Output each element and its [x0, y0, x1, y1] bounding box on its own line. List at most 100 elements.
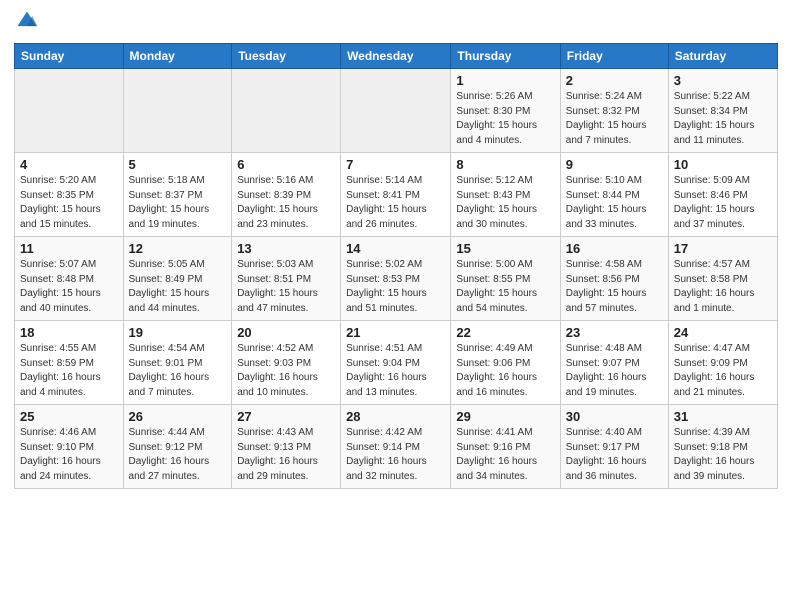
calendar-cell: 18 Sunrise: 4:55 AM Sunset: 8:59 PM Dayli…	[15, 321, 124, 405]
day-number: 17	[674, 241, 772, 256]
calendar-cell: 13 Sunrise: 5:03 AM Sunset: 8:51 PM Dayli…	[232, 237, 341, 321]
day-number: 10	[674, 157, 772, 172]
weekday-header: Thursday	[451, 44, 560, 69]
calendar-cell: 20 Sunrise: 4:52 AM Sunset: 9:03 PM Dayli…	[232, 321, 341, 405]
day-number: 11	[20, 241, 118, 256]
day-info: Sunrise: 4:40 AM Sunset: 9:17 PM Dayligh…	[566, 426, 663, 484]
day-number: 30	[566, 409, 663, 424]
calendar-cell: 23 Sunrise: 4:48 AM Sunset: 9:07 PM Dayli…	[560, 321, 668, 405]
day-number: 31	[674, 409, 772, 424]
day-number: 26	[129, 409, 227, 424]
day-number: 5	[129, 157, 227, 172]
day-number: 21	[346, 325, 445, 340]
day-info: Sunrise: 5:05 AM Sunset: 8:49 PM Dayligh…	[129, 258, 227, 316]
day-info: Sunrise: 5:18 AM Sunset: 8:37 PM Dayligh…	[129, 174, 227, 232]
day-number: 3	[674, 73, 772, 88]
day-info: Sunrise: 4:52 AM Sunset: 9:03 PM Dayligh…	[237, 342, 335, 400]
day-number: 19	[129, 325, 227, 340]
calendar-cell: 14 Sunrise: 5:02 AM Sunset: 8:53 PM Dayli…	[341, 237, 451, 321]
day-info: Sunrise: 4:48 AM Sunset: 9:07 PM Dayligh…	[566, 342, 663, 400]
day-info: Sunrise: 5:20 AM Sunset: 8:35 PM Dayligh…	[20, 174, 118, 232]
calendar-cell: 8 Sunrise: 5:12 AM Sunset: 8:43 PM Daylig…	[451, 153, 560, 237]
day-info: Sunrise: 5:10 AM Sunset: 8:44 PM Dayligh…	[566, 174, 663, 232]
day-number: 24	[674, 325, 772, 340]
calendar-cell: 29 Sunrise: 4:41 AM Sunset: 9:16 PM Dayli…	[451, 405, 560, 489]
day-info: Sunrise: 5:02 AM Sunset: 8:53 PM Dayligh…	[346, 258, 445, 316]
day-number: 8	[456, 157, 554, 172]
day-number: 14	[346, 241, 445, 256]
day-number: 12	[129, 241, 227, 256]
day-number: 25	[20, 409, 118, 424]
calendar-cell: 12 Sunrise: 5:05 AM Sunset: 8:49 PM Dayli…	[123, 237, 232, 321]
day-info: Sunrise: 5:22 AM Sunset: 8:34 PM Dayligh…	[674, 90, 772, 148]
weekday-header: Saturday	[668, 44, 777, 69]
calendar-cell: 31 Sunrise: 4:39 AM Sunset: 9:18 PM Dayli…	[668, 405, 777, 489]
calendar-cell: 4 Sunrise: 5:20 AM Sunset: 8:35 PM Daylig…	[15, 153, 124, 237]
day-info: Sunrise: 5:07 AM Sunset: 8:48 PM Dayligh…	[20, 258, 118, 316]
weekday-header: Friday	[560, 44, 668, 69]
day-info: Sunrise: 4:49 AM Sunset: 9:06 PM Dayligh…	[456, 342, 554, 400]
calendar-cell: 19 Sunrise: 4:54 AM Sunset: 9:01 PM Dayli…	[123, 321, 232, 405]
day-number: 20	[237, 325, 335, 340]
day-number: 9	[566, 157, 663, 172]
calendar-cell: 25Sunrise: 4:46 AM Sunset: 9:10 PM Dayli…	[15, 405, 124, 489]
day-number: 27	[237, 409, 335, 424]
day-number: 4	[20, 157, 118, 172]
day-number: 22	[456, 325, 554, 340]
day-info: Sunrise: 4:55 AM Sunset: 8:59 PM Dayligh…	[20, 342, 118, 400]
calendar-cell	[15, 69, 124, 153]
calendar-cell: 2Sunrise: 5:24 AM Sunset: 8:32 PM Daylig…	[560, 69, 668, 153]
calendar-cell: 16 Sunrise: 4:58 AM Sunset: 8:56 PM Dayli…	[560, 237, 668, 321]
calendar-cell: 22 Sunrise: 4:49 AM Sunset: 9:06 PM Dayli…	[451, 321, 560, 405]
weekday-header: Tuesday	[232, 44, 341, 69]
day-number: 28	[346, 409, 445, 424]
calendar-cell: 21Sunrise: 4:51 AM Sunset: 9:04 PM Dayli…	[341, 321, 451, 405]
weekday-header: Monday	[123, 44, 232, 69]
weekday-header: Wednesday	[341, 44, 451, 69]
calendar-header: SundayMondayTuesdayWednesdayThursdayFrid…	[15, 44, 778, 69]
day-info: Sunrise: 5:09 AM Sunset: 8:46 PM Dayligh…	[674, 174, 772, 232]
day-info: Sunrise: 4:44 AM Sunset: 9:12 PM Dayligh…	[129, 426, 227, 484]
calendar-cell: 15 Sunrise: 5:00 AM Sunset: 8:55 PM Dayli…	[451, 237, 560, 321]
calendar-cell: 30 Sunrise: 4:40 AM Sunset: 9:17 PM Dayli…	[560, 405, 668, 489]
logo	[14, 10, 42, 37]
calendar-cell: 24 Sunrise: 4:47 AM Sunset: 9:09 PM Dayli…	[668, 321, 777, 405]
calendar-cell: 27 Sunrise: 4:43 AM Sunset: 9:13 PM Dayli…	[232, 405, 341, 489]
day-number: 7	[346, 157, 445, 172]
day-number: 29	[456, 409, 554, 424]
calendar-cell: 1Sunrise: 5:26 AM Sunset: 8:30 PM Daylig…	[451, 69, 560, 153]
day-number: 1	[456, 73, 554, 88]
day-number: 18	[20, 325, 118, 340]
page-header	[14, 10, 778, 37]
day-number: 16	[566, 241, 663, 256]
calendar-cell: 3 Sunrise: 5:22 AM Sunset: 8:34 PM Daylig…	[668, 69, 777, 153]
calendar-cell: 26 Sunrise: 4:44 AM Sunset: 9:12 PM Dayli…	[123, 405, 232, 489]
day-number: 15	[456, 241, 554, 256]
day-info: Sunrise: 4:39 AM Sunset: 9:18 PM Dayligh…	[674, 426, 772, 484]
day-number: 13	[237, 241, 335, 256]
day-info: Sunrise: 4:57 AM Sunset: 8:58 PM Dayligh…	[674, 258, 772, 316]
day-info: Sunrise: 5:03 AM Sunset: 8:51 PM Dayligh…	[237, 258, 335, 316]
day-info: Sunrise: 4:58 AM Sunset: 8:56 PM Dayligh…	[566, 258, 663, 316]
calendar-cell: 9 Sunrise: 5:10 AM Sunset: 8:44 PM Daylig…	[560, 153, 668, 237]
calendar-cell: 28Sunrise: 4:42 AM Sunset: 9:14 PM Dayli…	[341, 405, 451, 489]
calendar-cell: 5 Sunrise: 5:18 AM Sunset: 8:37 PM Daylig…	[123, 153, 232, 237]
calendar-cell	[341, 69, 451, 153]
day-info: Sunrise: 5:14 AM Sunset: 8:41 PM Dayligh…	[346, 174, 445, 232]
day-number: 23	[566, 325, 663, 340]
calendar-table: SundayMondayTuesdayWednesdayThursdayFrid…	[14, 43, 778, 489]
logo-icon	[16, 10, 38, 32]
calendar-cell: 17 Sunrise: 4:57 AM Sunset: 8:58 PM Dayli…	[668, 237, 777, 321]
calendar-cell: 6Sunrise: 5:16 AM Sunset: 8:39 PM Daylig…	[232, 153, 341, 237]
day-info: Sunrise: 5:12 AM Sunset: 8:43 PM Dayligh…	[456, 174, 554, 232]
calendar-cell	[232, 69, 341, 153]
day-info: Sunrise: 5:00 AM Sunset: 8:55 PM Dayligh…	[456, 258, 554, 316]
day-info: Sunrise: 4:41 AM Sunset: 9:16 PM Dayligh…	[456, 426, 554, 484]
calendar-cell: 10 Sunrise: 5:09 AM Sunset: 8:46 PM Dayli…	[668, 153, 777, 237]
day-info: Sunrise: 4:43 AM Sunset: 9:13 PM Dayligh…	[237, 426, 335, 484]
day-info: Sunrise: 4:54 AM Sunset: 9:01 PM Dayligh…	[129, 342, 227, 400]
calendar-cell	[123, 69, 232, 153]
day-info: Sunrise: 4:47 AM Sunset: 9:09 PM Dayligh…	[674, 342, 772, 400]
day-number: 2	[566, 73, 663, 88]
calendar-cell: 11 Sunrise: 5:07 AM Sunset: 8:48 PM Dayli…	[15, 237, 124, 321]
